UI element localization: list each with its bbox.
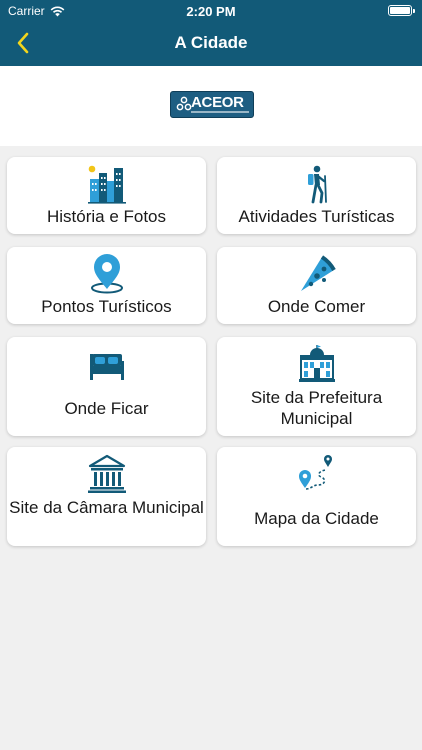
hiker-icon (307, 165, 327, 204)
logo-tagline (191, 111, 249, 113)
menu-card-label: Pontos Turísticos (41, 297, 172, 316)
pizza-slice-icon (300, 255, 336, 291)
status-bar: Carrier 2:20 PM (0, 0, 422, 22)
bed-icon (89, 354, 124, 380)
menu-card-historia[interactable]: História e Fotos (7, 157, 206, 234)
app-header: Carrier 2:20 PM A Cidade (0, 0, 422, 66)
status-time: 2:20 PM (186, 4, 236, 19)
government-building-icon (87, 454, 126, 493)
menu-card-label: História e Fotos (46, 207, 167, 226)
route-map-icon (298, 455, 332, 490)
menu-card-prefeitura[interactable]: Site da Prefeitura Municipal (217, 337, 416, 436)
logo-banner: ACEOR (0, 66, 422, 146)
menu-card-label: Onde Comer (267, 297, 366, 316)
aceor-logo: ACEOR (170, 91, 254, 118)
menu-card-label: Site da Prefeitura Municipal (250, 388, 383, 428)
menu-card-onde-ficar[interactable]: Onde Ficar (7, 337, 206, 436)
city-buildings-icon (87, 165, 126, 204)
location-pin-icon (90, 254, 123, 294)
city-hall-icon (298, 345, 335, 382)
menu-card-label: Site da Câmara Municipal (9, 498, 204, 517)
navigation-bar: A Cidade (0, 22, 422, 66)
menu-card-label: Atividades Turísticas (238, 207, 395, 226)
menu-card-pontos[interactable]: Pontos Turísticos (7, 247, 206, 324)
menu-card-label: Mapa da Cidade (254, 509, 379, 528)
page-title: A Cidade (174, 33, 248, 52)
menu-card-onde-comer[interactable]: Onde Comer (217, 247, 416, 324)
menu-card-camara[interactable]: Site da Câmara Municipal (7, 447, 206, 546)
logo-text: ACEOR (191, 94, 244, 111)
menu-card-label: Onde Ficar (64, 399, 149, 418)
menu-card-mapa[interactable]: Mapa da Cidade (217, 447, 416, 546)
battery-icon (388, 5, 415, 16)
logo-mark-icon (176, 96, 192, 111)
menu-card-atividades[interactable]: Atividades Turísticas (217, 157, 416, 234)
